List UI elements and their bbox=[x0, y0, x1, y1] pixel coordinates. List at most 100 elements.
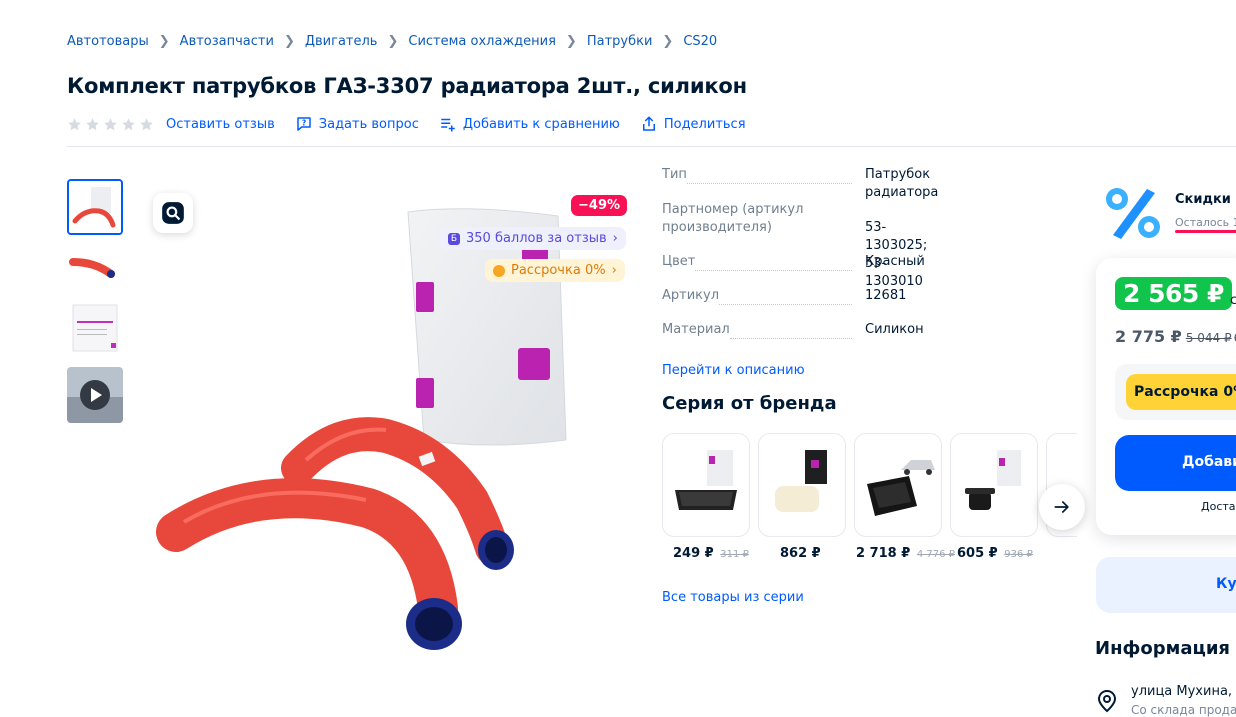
hose-thumbnail-image bbox=[67, 240, 123, 296]
percent-icon bbox=[1106, 188, 1160, 239]
breadcrumb-item[interactable]: Система охлаждения bbox=[408, 34, 556, 49]
series-next-button[interactable] bbox=[1039, 484, 1085, 530]
series-product-card[interactable] bbox=[950, 433, 1038, 537]
breadcrumb: Автотовары ❯ Автозапчасти ❯ Двигатель ❯ … bbox=[67, 34, 717, 49]
price-regular: 2 775 ₽5 044 ₽6 bbox=[1115, 327, 1236, 346]
spec-name: Цвет bbox=[662, 253, 852, 271]
compare-label: Добавить к сравнению bbox=[462, 116, 620, 132]
question-bubble-icon: ? bbox=[297, 117, 311, 131]
spec-value: Силикон bbox=[865, 322, 924, 337]
series-price: 2 718 ₽ 4 776 ₽ bbox=[856, 546, 955, 561]
breadcrumb-item[interactable]: Патрубки bbox=[587, 34, 653, 49]
price-suffix: с bbox=[1230, 293, 1236, 308]
arrow-right-icon bbox=[1054, 501, 1069, 513]
spec-row: Материал Силикон bbox=[662, 321, 924, 339]
bonus-icon: Б bbox=[448, 232, 460, 245]
chevron-right-icon: ❯ bbox=[283, 34, 295, 49]
series-price: 605 ₽ 936 ₽ bbox=[957, 546, 1033, 561]
store-address-note: Со склада прода bbox=[1131, 703, 1236, 717]
breadcrumb-item[interactable]: CS20 bbox=[683, 34, 717, 49]
share-label: Поделиться bbox=[663, 116, 746, 132]
gallery-thumbnail[interactable] bbox=[67, 301, 123, 357]
breadcrumb-item[interactable]: Двигатель bbox=[305, 34, 378, 49]
spec-row: Цвет Красный bbox=[662, 253, 925, 271]
bonus-label: 350 баллов за отзыв bbox=[466, 231, 607, 246]
rating-stars[interactable] bbox=[67, 117, 154, 132]
chevron-right-icon: › bbox=[611, 263, 617, 278]
product-photo bbox=[156, 208, 567, 650]
gallery-thumbnail[interactable] bbox=[67, 240, 123, 296]
video-thumbnail-image bbox=[67, 367, 123, 423]
installment-label: Рассрочка 0% bbox=[511, 263, 606, 278]
promo-subtitle: Осталось 16 bbox=[1175, 216, 1236, 229]
star-icon bbox=[140, 117, 153, 130]
all-series-link[interactable]: Все товары из серии bbox=[662, 590, 804, 605]
series-product-card[interactable] bbox=[662, 433, 750, 537]
location-pin-icon bbox=[1097, 689, 1117, 713]
spec-name: Артикул bbox=[662, 287, 852, 305]
image-search-icon bbox=[162, 202, 184, 224]
hose-thumbnail-image bbox=[69, 181, 121, 233]
ask-question-link[interactable]: ? Задать вопрос bbox=[295, 115, 419, 133]
series-product-image bbox=[675, 450, 737, 510]
series-product-image bbox=[867, 460, 935, 516]
series-old-price: 311 ₽ bbox=[720, 549, 749, 560]
spec-row: Партномер (артикул производителя) 53-130… bbox=[662, 201, 927, 289]
chevron-right-icon: ❯ bbox=[158, 34, 170, 49]
video-thumbnail[interactable] bbox=[67, 367, 123, 423]
star-icon bbox=[122, 117, 135, 130]
discount-badge: −49% bbox=[571, 195, 628, 216]
add-to-cart-button[interactable]: Добави bbox=[1115, 435, 1236, 491]
share-link[interactable]: Поделиться bbox=[640, 115, 746, 133]
breadcrumb-item[interactable]: Автозапчасти bbox=[180, 34, 274, 49]
series-product-card[interactable] bbox=[854, 433, 942, 537]
star-icon bbox=[86, 117, 99, 130]
spec-row: Тип Патрубок радиатора bbox=[662, 166, 938, 200]
product-main-image[interactable] bbox=[138, 178, 638, 678]
spec-value: 12681 bbox=[865, 288, 907, 303]
promo-progress bbox=[1175, 230, 1236, 233]
series-price: 249 ₽ 311 ₽ bbox=[673, 546, 749, 561]
page-title: Комплект патрубков ГАЗ-3307 радиатора 2ш… bbox=[67, 74, 747, 98]
series-price: 862 ₽ bbox=[780, 546, 821, 561]
installment-pill[interactable]: Рассрочка 0% bbox=[1126, 374, 1236, 410]
spec-value: Красный bbox=[865, 254, 925, 269]
product-actions: Оставить отзыв ? Задать вопрос Добавить … bbox=[67, 115, 766, 133]
spec-name: Материал bbox=[662, 321, 852, 339]
store-address[interactable]: улица Мухина, bbox=[1131, 684, 1232, 699]
gallery-thumbnail[interactable] bbox=[67, 179, 123, 235]
series-product-image bbox=[775, 450, 827, 512]
go-to-description-link[interactable]: Перейти к описанию bbox=[662, 363, 805, 378]
series-old-price: 4 776 ₽ bbox=[916, 549, 955, 560]
promo-title[interactable]: Скидки н bbox=[1175, 192, 1236, 207]
price-old: 5 044 ₽ bbox=[1185, 331, 1232, 345]
spec-name: Партномер (артикул производителя) bbox=[662, 202, 804, 235]
installment-badge[interactable]: Рассрочка 0% › bbox=[485, 259, 625, 282]
info-title: Информация о bbox=[1095, 638, 1236, 659]
price-with-card: 2 565 ₽ bbox=[1115, 277, 1232, 310]
breadcrumb-item[interactable]: Автотовары bbox=[67, 34, 149, 49]
series-title: Серия от бренда bbox=[662, 393, 837, 414]
chevron-right-icon: › bbox=[612, 231, 618, 246]
spec-value: Патрубок радиатора bbox=[865, 167, 939, 200]
series-old-price: 936 ₽ bbox=[1004, 549, 1033, 560]
spec-name: Тип bbox=[662, 166, 852, 184]
series-product-card[interactable] bbox=[758, 433, 846, 537]
bonus-badge[interactable]: Б 350 баллов за отзыв › bbox=[440, 227, 626, 250]
image-search-button[interactable] bbox=[153, 193, 193, 233]
ask-question-label: Задать вопрос bbox=[318, 116, 419, 132]
installment-icon bbox=[493, 264, 505, 277]
spec-row: Артикул 12681 bbox=[662, 287, 906, 305]
chevron-right-icon: ❯ bbox=[387, 34, 399, 49]
compare-list-icon bbox=[441, 118, 455, 132]
add-to-compare-link[interactable]: Добавить к сравнению bbox=[439, 115, 620, 133]
divider bbox=[67, 146, 1236, 147]
chevron-right-icon: ❯ bbox=[662, 34, 674, 49]
buy-now-button[interactable]: Ку bbox=[1096, 557, 1236, 613]
series-product-image bbox=[965, 450, 1021, 510]
star-icon bbox=[104, 117, 117, 130]
leave-review-link[interactable]: Оставить отзыв bbox=[166, 117, 275, 132]
share-icon bbox=[642, 116, 655, 131]
svg-text:?: ? bbox=[302, 119, 306, 128]
delivery-info: Достав bbox=[1201, 500, 1236, 513]
